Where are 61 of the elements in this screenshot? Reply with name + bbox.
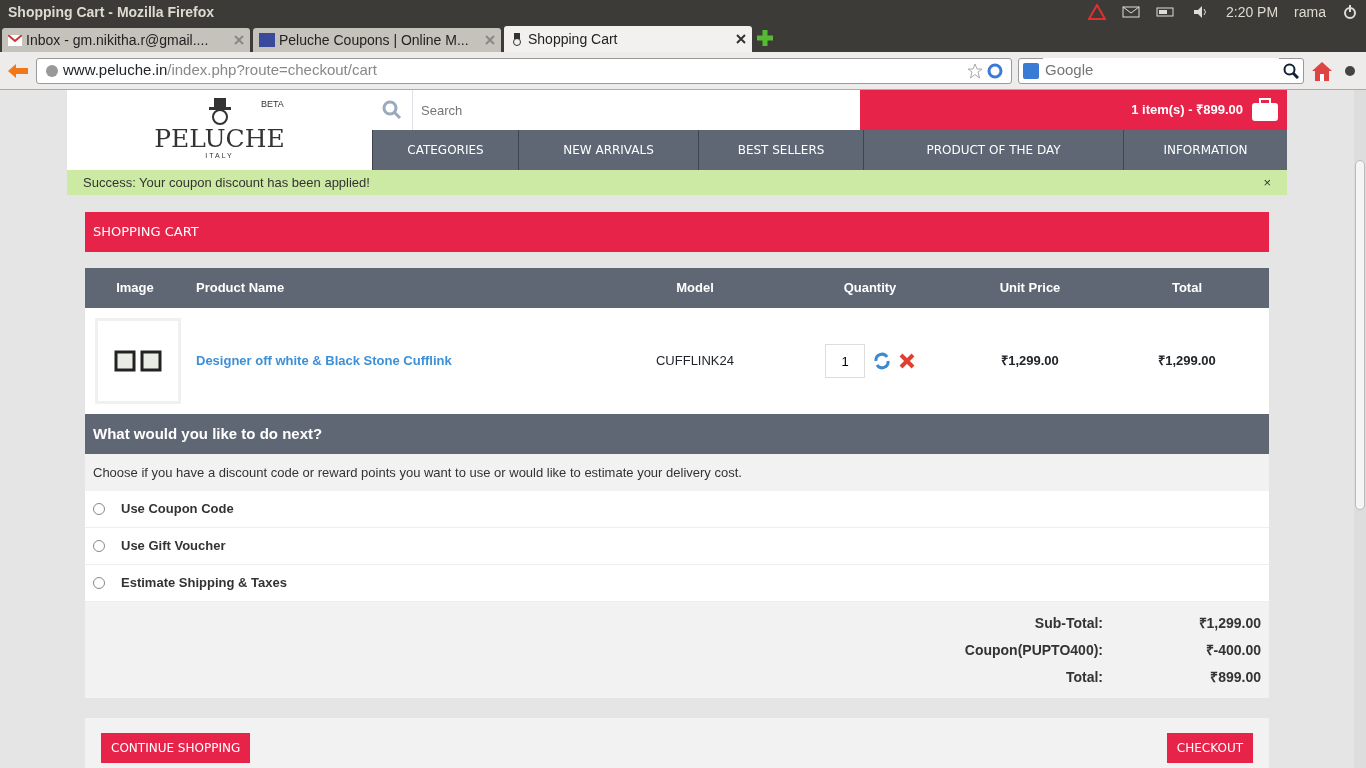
refresh-icon[interactable] [873, 352, 891, 370]
total-label: Coupon(PUPTO400): [964, 640, 1103, 660]
menu-item[interactable]: INFORMATION [1123, 130, 1287, 170]
total-value: ₹899.00 [1209, 667, 1261, 687]
alert-text: Success: Your coupon discount has been applied! [83, 173, 370, 192]
total-label: Sub-Total: [1034, 613, 1103, 633]
power-icon[interactable] [1342, 4, 1358, 20]
browser-tab[interactable]: Peluche Coupons | Online M... [253, 28, 501, 52]
window-title: Shopping Cart - Mozilla Firefox [8, 2, 215, 22]
menu-item[interactable]: PRODUCT OF THE DAY [863, 130, 1123, 170]
cufflink-drawing [114, 350, 162, 372]
radio-button[interactable] [93, 503, 105, 515]
column-header: Product Name [195, 279, 286, 298]
mail-icon[interactable] [1121, 6, 1140, 18]
menu-item[interactable]: CATEGORIES [372, 130, 518, 170]
column-header: Total [1170, 279, 1204, 298]
total-value: ₹-400.00 [1204, 640, 1261, 660]
browser-tab[interactable]: Inbox - gm.nikitha.r@gmail.... [2, 28, 250, 52]
address-bar[interactable]: www.peluche.in/index.php?route=checkout/cart [36, 57, 1012, 84]
column-header: Image [115, 279, 155, 298]
menu-item[interactable]: BEST SELLERS [698, 130, 863, 170]
line-total: ₹1,299.00 [1157, 352, 1217, 371]
search-icon[interactable] [1283, 62, 1299, 79]
web-search-field[interactable]: Google [1018, 57, 1304, 84]
quantity-field[interactable]: 1 [825, 344, 865, 378]
hat-icon [510, 32, 524, 46]
home-icon[interactable] [1310, 59, 1334, 82]
star-icon[interactable] [967, 62, 983, 79]
continue-shopping-button[interactable]: CONTINUE SHOPPING [101, 733, 251, 763]
section-title: SHOPPING CART [85, 212, 1269, 252]
product-thumbnail[interactable] [95, 318, 181, 404]
warning-icon[interactable] [1087, 4, 1106, 20]
scrollbar[interactable] [1354, 90, 1366, 768]
browser-tab[interactable]: Shopping Cart [504, 26, 752, 52]
section-heading: What would you like to do next? [85, 414, 1269, 454]
total-label: Total: [1065, 667, 1103, 687]
menu-item[interactable]: NEW ARRIVALS [518, 130, 698, 170]
close-button[interactable]: × [1263, 172, 1271, 193]
close-icon[interactable] [736, 34, 746, 44]
option-label[interactable]: Use Gift Voucher [121, 536, 226, 556]
checkout-button[interactable]: CHECKOUT [1166, 733, 1253, 763]
suitcase-icon[interactable] [1251, 98, 1279, 122]
total-value: ₹1,299.00 [1197, 613, 1261, 633]
new-tab-icon[interactable] [755, 28, 775, 48]
option-label[interactable]: Use Coupon Code [121, 499, 234, 519]
unit-price: ₹1,299.00 [1000, 352, 1060, 371]
column-header: Model [675, 279, 715, 298]
description-text: Choose if you have a discount code or reward points you want to use or would like to estimate your delivery cost. [93, 463, 742, 482]
model-text: CUFFLINK24 [655, 352, 735, 371]
clock-text[interactable]: 2:20 PM [1225, 1, 1279, 23]
cart-summary[interactable]: 1 item(s) - ₹899.00 [1131, 100, 1243, 120]
user-name[interactable]: rama [1294, 1, 1326, 23]
back-arrow-icon[interactable] [6, 61, 30, 80]
mail-icon [8, 34, 22, 46]
delete-icon[interactable] [899, 353, 915, 369]
radio-button[interactable] [93, 577, 105, 589]
battery-icon[interactable] [1155, 7, 1176, 17]
radio-button[interactable] [93, 540, 105, 552]
column-header: Quantity [842, 279, 898, 298]
option-label[interactable]: Estimate Shipping & Taxes [121, 573, 287, 593]
column-header: Unit Price [998, 279, 1062, 298]
